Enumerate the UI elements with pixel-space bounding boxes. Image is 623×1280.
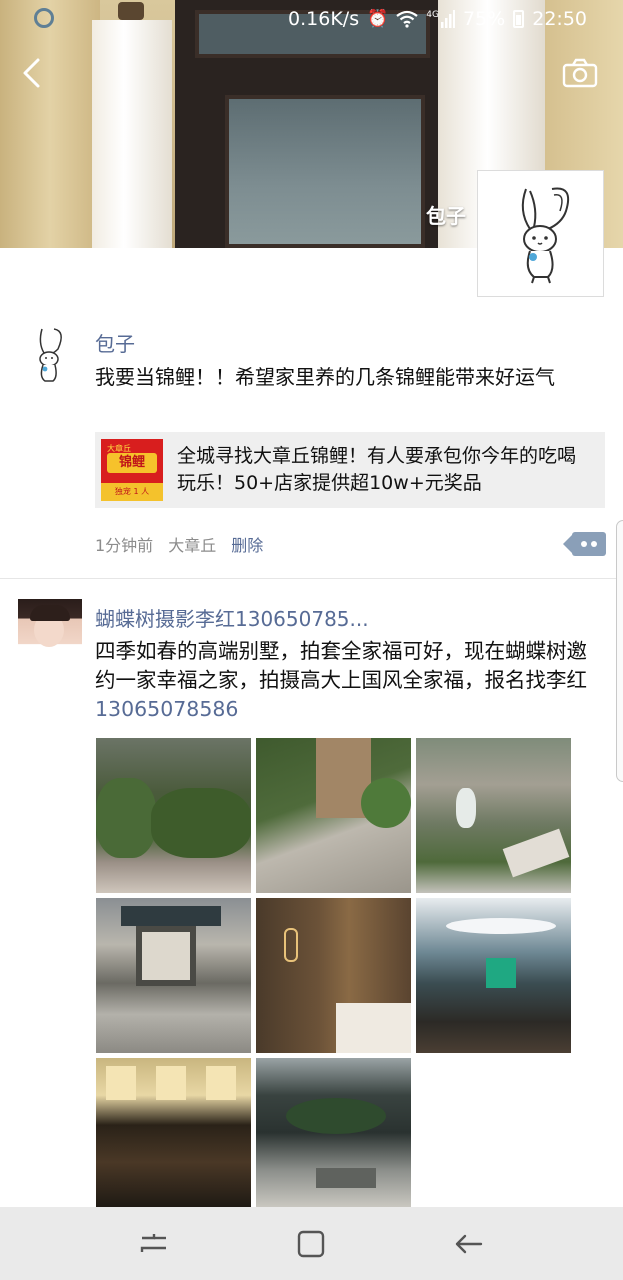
home-icon[interactable] [281,1214,341,1274]
photo-shrub [151,788,251,858]
photo-thumbnail[interactable] [96,898,251,1053]
profile-name: 包子 [426,204,466,228]
avatar-hair [30,605,70,621]
photo-roof [121,906,221,926]
photo-lamp [284,928,298,962]
thumb-bottom-text: 独宠 1 人 [114,487,150,496]
network-type: 4G [426,10,439,20]
photo-thumbnail[interactable] [96,1058,251,1207]
network-speed: 0.16K/s [288,8,360,30]
photo-thumbnail[interactable] [256,898,411,1053]
avatar[interactable] [18,325,82,389]
post-author[interactable]: 蝴蝶树摄影李红130650785... [95,603,369,632]
photo-thumbnail[interactable] [416,738,571,893]
recent-apps-icon[interactable] [124,1214,184,1274]
photo-tree [286,1098,386,1134]
photo-thumbnail[interactable] [416,898,571,1053]
alarm-icon: ⏰ [367,9,389,29]
photo-chandelier [446,918,556,934]
post-text: 我要当锦鲤！！希望家里养的几条锦鲤能带来好运气 [95,365,555,389]
avatar[interactable] [18,599,82,663]
photo-shrub [96,778,156,858]
battery-percent: 75% [463,8,506,30]
system-nav-bar [0,1207,623,1280]
wifi-icon [396,10,418,28]
thumb-badge: 锦鲤 [107,453,157,473]
thumb-footer: 独宠 1 人 [101,483,163,501]
battery-icon [513,10,525,28]
thumb-title: 锦鲤 [118,455,145,470]
photo-thumbnail[interactable] [256,1058,411,1207]
status-bar: 0.16K/s ⏰ 4G 75% 22:50 [0,0,623,38]
photo-thumbnail[interactable] [256,738,411,893]
post-text-body: 四季如春的高端别墅，拍套全家福可好，现在蝴蝶树邀约一家幸福之家，拍摄高大上国风全… [95,639,587,692]
photo-window [206,1066,236,1100]
chevron-left-icon[interactable] [18,56,46,90]
post-time: 1分钟前 [95,536,154,555]
photo-window [106,1066,136,1100]
shared-link-title: 全城寻找大章丘锦鲤！有人要承包你今年的吃喝玩乐！50+店家提供超10w+元奖品 [177,445,577,494]
camera-icon[interactable] [562,58,598,88]
post-location[interactable]: 大章丘 [168,532,216,556]
shared-link-card[interactable]: 大章丘 锦鲤 独宠 1 人 全城寻找大章丘锦鲤！有人要承包你今年的吃喝玩乐！50… [95,432,605,508]
sync-icon [34,8,54,28]
photo-doorway [136,926,196,986]
post-text: 四季如春的高端别墅，拍套全家福可好，现在蝴蝶树邀约一家幸福之家，拍摄高大上国风全… [95,637,607,724]
scrollbar[interactable] [616,520,623,782]
photo-window [156,1066,186,1100]
cover-pillar-left-inner [92,20,172,248]
photo-thumbnail[interactable] [96,738,251,893]
clock: 22:50 [532,8,587,30]
photo-planter [316,1168,376,1188]
more-dot [581,541,587,547]
photo-shrub [361,778,411,828]
shared-link-thumbnail: 大章丘 锦鲤 独宠 1 人 [101,439,163,501]
rabbit-avatar-icon [521,187,570,284]
more-actions-button[interactable] [563,532,606,556]
profile-avatar[interactable] [477,170,604,297]
photo-water [456,788,476,828]
more-dot [591,541,597,547]
post-author[interactable]: 包子 [95,328,135,357]
post-meta: 1分钟前 大章丘 删除 [95,532,263,556]
delete-button[interactable]: 删除 [231,532,263,556]
post-divider [0,578,623,579]
cover-window [225,95,425,248]
photo-waterfall [416,738,571,893]
back-icon[interactable] [439,1214,499,1274]
signal-icon [441,10,455,28]
photo-screen [486,958,516,988]
phone-link[interactable]: 13065078586 [95,697,238,721]
photo-sofa [336,1003,411,1053]
